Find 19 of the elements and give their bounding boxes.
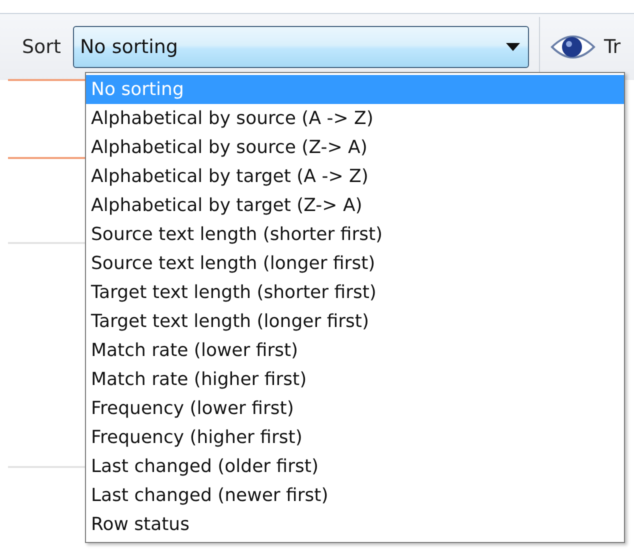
sort-option[interactable]: Match rate (lower first) xyxy=(86,336,624,365)
sort-option[interactable]: Match rate (higher first) xyxy=(86,365,624,394)
sort-label: Sort xyxy=(22,36,61,58)
sort-option[interactable]: Alphabetical by source (A -> Z) xyxy=(86,104,624,133)
sort-dropdown[interactable]: No sorting xyxy=(72,26,529,68)
sort-option[interactable]: Source text length (longer first) xyxy=(86,249,624,278)
toolbar-label[interactable]: Tr xyxy=(604,36,621,58)
sort-option[interactable]: Alphabetical by target (Z-> A) xyxy=(86,191,624,220)
sort-option[interactable]: Last changed (older first) xyxy=(86,452,624,481)
sort-option[interactable]: Target text length (longer first) xyxy=(86,307,624,336)
sort-option[interactable]: Alphabetical by target (A -> Z) xyxy=(86,162,624,191)
sort-option[interactable]: Last changed (newer first) xyxy=(86,481,624,510)
sort-option[interactable]: Source text length (shorter first) xyxy=(86,220,624,249)
sort-option[interactable]: Frequency (lower first) xyxy=(86,394,624,423)
sort-option[interactable]: Target text length (shorter first) xyxy=(86,278,624,307)
sort-option[interactable]: Alphabetical by source (Z-> A) xyxy=(86,133,624,162)
caret-icon xyxy=(506,43,520,51)
sort-option[interactable]: Row status xyxy=(86,510,624,539)
sort-option[interactable]: Frequency (higher first) xyxy=(86,423,624,452)
